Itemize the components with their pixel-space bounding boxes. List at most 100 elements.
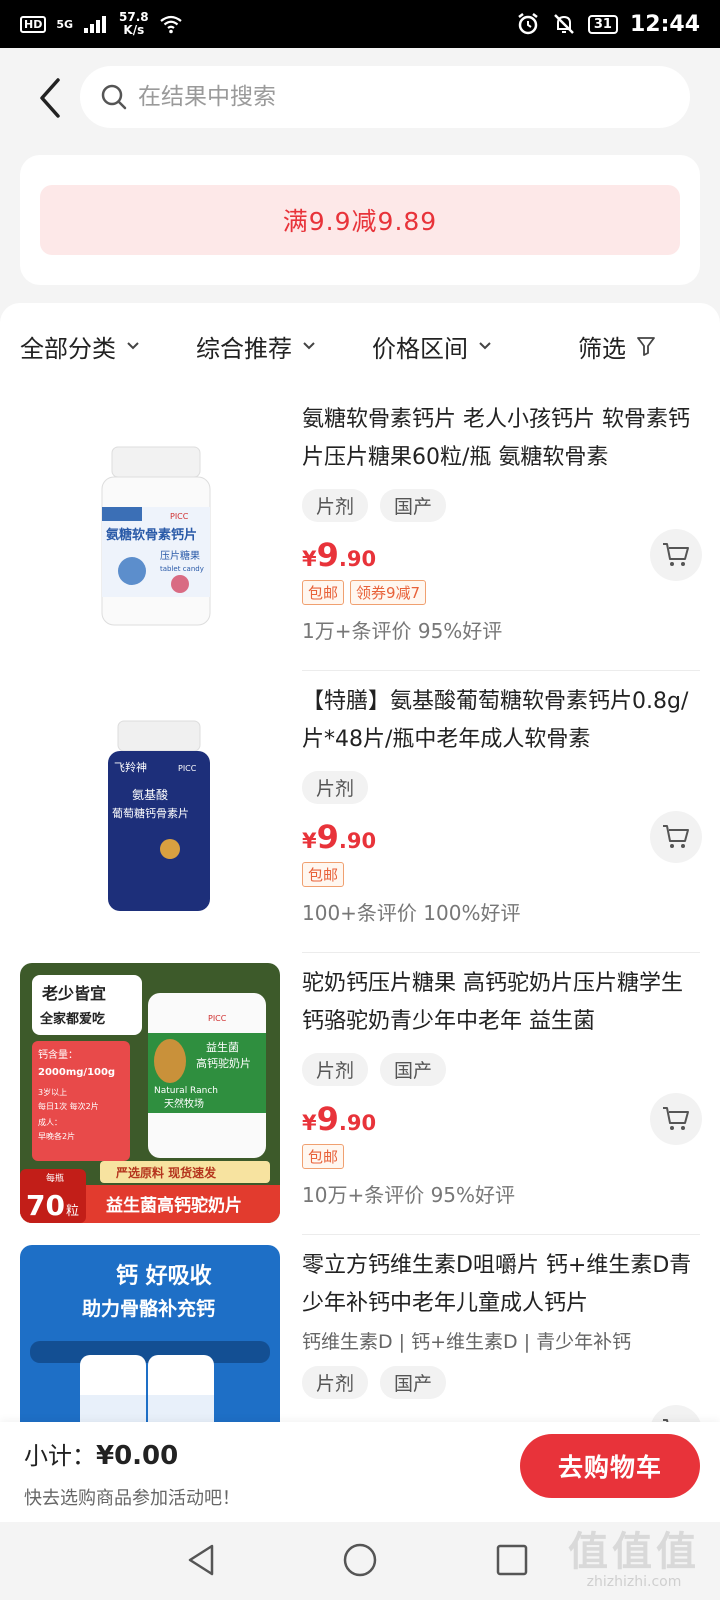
spec-value: 2000mg/100g: [38, 1067, 115, 1078]
product-image[interactable]: 钙 好吸收 助力骨骼补充钙: [20, 1245, 280, 1422]
cart-icon: [663, 825, 689, 848]
product-image[interactable]: PICC 氨糖软骨素钙片 压片糖果 tablet candy: [20, 399, 280, 659]
search-box[interactable]: [80, 66, 690, 128]
search-input[interactable]: [138, 84, 658, 110]
subtotal-amount: ¥0.00: [96, 1441, 179, 1471]
product-tag: 国产: [380, 1053, 447, 1086]
product-badges: 包邮: [302, 1144, 702, 1169]
count-label: 每瓶: [46, 1172, 64, 1184]
coupon-badge: 领券9减7: [350, 580, 427, 605]
promo-banner: 益生菌高钙驼奶片: [106, 1195, 242, 1216]
product-tag: 片剂: [302, 489, 369, 522]
nav-home-icon[interactable]: [340, 1540, 380, 1580]
free-shipping-badge: 包邮: [302, 1144, 345, 1169]
filter-category[interactable]: 全部分类: [20, 329, 140, 364]
cart-icon: [663, 1107, 689, 1130]
promo-card: 满9.9减9.89: [20, 155, 700, 285]
chevron-down-icon: [303, 342, 315, 350]
product-price: ¥ 9 .90: [302, 818, 702, 856]
back-button[interactable]: [36, 76, 66, 120]
spec-age: 3岁以上: [38, 1087, 67, 1097]
bottle-line2: 高钙驼奶片: [196, 1056, 251, 1070]
status-bar: HD 5G 57.8 K/s 31 12:44: [0, 0, 720, 48]
product-item[interactable]: PICC 氨糖软骨素钙片 压片糖果 tablet candy 氨糖软骨素钙片 老…: [0, 389, 720, 671]
chevron-left-icon: [40, 78, 60, 118]
promo-line2: 助力骨骼补充钙: [82, 1297, 215, 1320]
product-tags: 片剂 国产: [302, 1366, 702, 1399]
status-left: HD 5G 57.8 K/s: [20, 11, 183, 37]
product-tag: 国产: [380, 1366, 447, 1399]
product-tag: 片剂: [302, 771, 369, 804]
network-type: 5G: [56, 17, 74, 31]
price-decimal: .90: [338, 547, 377, 571]
bottle-label-sub: 葡萄糖钙骨素片: [112, 806, 189, 820]
product-title[interactable]: 零立方钙维生素D咀嚼片 钙+维生素D青少年补钙中老年儿童成人钙片: [302, 1247, 702, 1323]
spec-adult-dose: 早晚各2片: [38, 1131, 75, 1141]
product-title[interactable]: 驼奶钙压片糖果 高钙驼奶片压片糖学生钙骆驼奶青少年中老年 益生菌: [302, 965, 702, 1041]
price-integer: 9: [316, 1100, 339, 1138]
bottle-line3: Natural Ranch: [154, 1086, 218, 1096]
price-decimal: .90: [338, 829, 377, 853]
product-tags: 片剂 国产: [302, 489, 702, 522]
watermark-url: zhizhizhi.com: [586, 1574, 682, 1590]
nav-recents-icon[interactable]: [492, 1540, 532, 1580]
filter-sort[interactable]: 综合推荐: [196, 329, 316, 364]
product-reviews: 1万+条评价 95%好评: [302, 619, 503, 643]
watermark: 值值值 zhizhizhi.com: [568, 1530, 700, 1590]
price-integer: 9: [316, 536, 339, 574]
price-currency: ¥: [302, 547, 317, 571]
spec-dose: 每日1次 每次2片: [38, 1101, 99, 1111]
funnel-icon: [637, 337, 655, 356]
price-currency: ¥: [302, 1111, 317, 1135]
bottle-line4: 天然牧场: [164, 1097, 204, 1110]
promo-hint: 快去选购商品参加活动吧！: [24, 1488, 240, 1509]
subtotal-label: 小计：: [24, 1442, 96, 1470]
battery-indicator: 31: [587, 14, 618, 34]
free-shipping-badge: 包邮: [302, 862, 345, 887]
product-image[interactable]: 老少皆宜 全家都爱吃 钙含量： 2000mg/100g 3岁以上 每日1次 每次…: [20, 963, 280, 1223]
product-reviews: 10万+条评价 95%好评: [302, 1183, 516, 1207]
go-to-cart-button[interactable]: 去购物车: [520, 1434, 700, 1498]
free-shipping-badge: 包邮: [302, 580, 345, 605]
product-image[interactable]: 飞羚神 PICC 氨基酸 葡萄糖钙骨素片: [20, 681, 280, 941]
clock: 12:44: [629, 11, 700, 37]
chevron-down-icon: [127, 342, 139, 350]
product-tag: 片剂: [302, 1053, 369, 1086]
add-to-cart-button[interactable]: [650, 811, 702, 863]
filter-button[interactable]: 筛选: [578, 329, 656, 364]
product-title[interactable]: 氨糖软骨素钙片 老人小孩钙片 软骨素钙片压片糖果60粒/瓶 氨糖软骨素: [302, 401, 702, 477]
add-to-cart-button[interactable]: [650, 1405, 702, 1422]
add-to-cart-button[interactable]: [650, 529, 702, 581]
product-tags: 片剂: [302, 771, 702, 804]
filter-bar: 全部分类 综合推荐 价格区间 筛选: [0, 303, 720, 389]
price-integer: 9: [316, 818, 339, 856]
product-item[interactable]: 老少皆宜 全家都爱吃 钙含量： 2000mg/100g 3岁以上 每日1次 每次…: [0, 953, 720, 1235]
filter-sort-label: 综合推荐: [196, 334, 292, 363]
product-info: 驼奶钙压片糖果 高钙驼奶片压片糖学生钙骆驼奶青少年中老年 益生菌 片剂 国产 ¥…: [302, 965, 702, 1208]
price-currency: ¥: [302, 829, 317, 853]
bottle-label-main: 氨基酸: [132, 787, 168, 802]
product-keywords: 钙维生素D | 钙+维生素D | 青少年补钙: [302, 1331, 632, 1353]
bottle-line1: 益生菌: [206, 1040, 239, 1054]
add-to-cart-button[interactable]: [650, 1093, 702, 1145]
product-item[interactable]: 钙 好吸收 助力骨骼补充钙 零立方钙维生素D咀嚼片 钙+维生素D青少年补钙中老年…: [0, 1235, 720, 1422]
product-badges: 包邮 领券9减7: [302, 580, 702, 605]
product-tag: 片剂: [302, 1366, 369, 1399]
promo-ribbon: 严选原料 现货速发: [115, 1165, 217, 1180]
product-info: 零立方钙维生素D咀嚼片 钙+维生素D青少年补钙中老年儿童成人钙片 钙维生素D |…: [302, 1247, 702, 1399]
status-right: 31 12:44: [516, 12, 700, 37]
product-title[interactable]: 【特膳】氨基酸葡萄糖软骨素钙片0.8g/片*48片/瓶中老年成人软骨素: [302, 683, 702, 759]
filter-price-range[interactable]: 价格区间: [372, 329, 492, 364]
product-info: 氨糖软骨素钙片 老人小孩钙片 软骨素钙片压片糖果60粒/瓶 氨糖软骨素 片剂 国…: [302, 401, 702, 644]
promo-line1: 老少皆宜: [41, 984, 106, 1003]
cart-icon: [663, 543, 689, 566]
product-item[interactable]: 飞羚神 PICC 氨基酸 葡萄糖钙骨素片 【特膳】氨基酸葡萄糖软骨素钙片0.8g…: [0, 671, 720, 953]
price-decimal: .90: [338, 1111, 377, 1135]
bottle-brand: 飞羚神: [114, 760, 147, 774]
promo-label[interactable]: 满9.9减9.89: [40, 185, 680, 255]
subtotal: 小计：¥0.00: [24, 1436, 178, 1471]
filter-button-label: 筛选: [578, 334, 626, 363]
nav-back-icon[interactable]: [182, 1540, 222, 1580]
signal-icon: [84, 16, 107, 33]
brand-logo: PICC: [208, 1014, 227, 1023]
